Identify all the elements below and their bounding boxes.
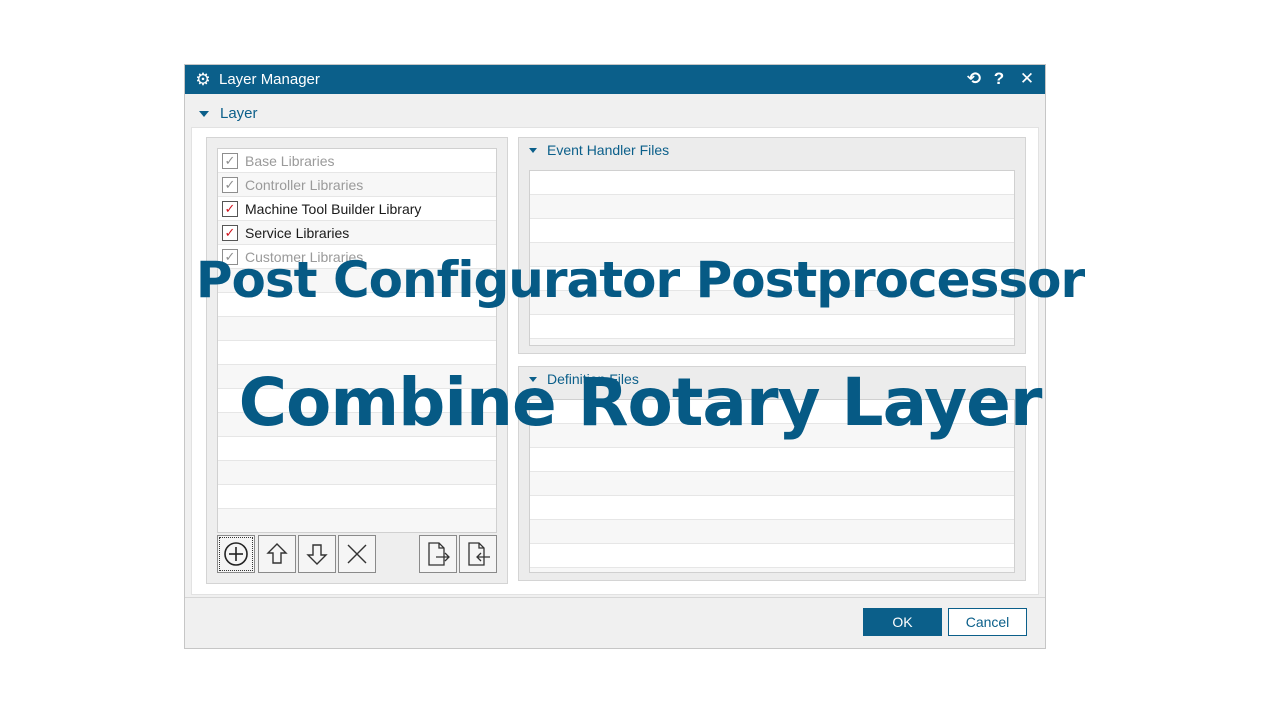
layer-row-base[interactable]: ✓ Base Libraries	[218, 149, 496, 173]
overlay-title-line-2: Combine Rotary Layer	[238, 364, 1043, 441]
list-item	[530, 171, 1014, 195]
help-icon[interactable]: ?	[988, 68, 1010, 90]
list-item	[530, 472, 1014, 496]
import-layer-button[interactable]	[459, 535, 497, 573]
gear-icon: ⚙	[195, 69, 211, 89]
layer-label: Machine Tool Builder Library	[245, 200, 422, 217]
ok-button[interactable]: OK	[863, 608, 942, 636]
cancel-button[interactable]: Cancel	[948, 608, 1027, 636]
collapse-triangle-icon	[199, 110, 209, 117]
list-item	[530, 448, 1014, 472]
list-item	[530, 195, 1014, 219]
layer-toolbar	[217, 535, 499, 575]
footer-divider	[185, 597, 1045, 598]
delete-icon	[347, 544, 367, 564]
layer-row-service[interactable]: ✓ Service Libraries	[218, 221, 496, 245]
event-handler-header[interactable]: Event Handler Files	[529, 142, 669, 158]
close-icon[interactable]: ✕	[1016, 68, 1038, 90]
layer-section-body: ✓ Base Libraries ✓ Controller Libraries …	[191, 127, 1039, 595]
list-item	[530, 315, 1014, 339]
checkbox[interactable]: ✓	[222, 224, 238, 241]
layer-row-machine-tool-builder[interactable]: ✓ Machine Tool Builder Library	[218, 197, 496, 221]
move-down-button[interactable]	[298, 535, 336, 573]
add-layer-button[interactable]	[217, 535, 255, 573]
add-icon	[224, 542, 248, 566]
event-handler-panel: Event Handler Files	[518, 137, 1026, 354]
layer-row-controller[interactable]: ✓ Controller Libraries	[218, 173, 496, 197]
collapse-triangle-icon	[529, 147, 537, 153]
event-handler-label: Event Handler Files	[547, 142, 670, 158]
empty-row	[218, 317, 496, 341]
layer-list-panel: ✓ Base Libraries ✓ Controller Libraries …	[206, 137, 508, 584]
layer-manager-dialog: ⚙ Layer Manager ⟲ ? ✕ Layer ✓ Base Libra…	[184, 64, 1046, 649]
list-item	[530, 496, 1014, 520]
empty-row	[218, 461, 496, 485]
list-item	[530, 339, 1014, 345]
list-item	[530, 520, 1014, 544]
move-down-icon	[306, 544, 328, 565]
layer-label: Controller Libraries	[245, 176, 364, 193]
layer-list[interactable]: ✓ Base Libraries ✓ Controller Libraries …	[217, 148, 497, 533]
layer-section-label: Layer	[220, 105, 258, 122]
list-item	[530, 544, 1014, 568]
overlay-title-line-1: Post Configurator Postprocessor	[195, 251, 1085, 309]
move-up-icon	[266, 543, 288, 564]
checkbox[interactable]: ✓	[222, 152, 238, 169]
empty-row	[218, 509, 496, 532]
empty-row	[218, 485, 496, 509]
layer-label: Base Libraries	[245, 152, 335, 169]
list-item	[530, 219, 1014, 243]
delete-layer-button[interactable]	[338, 535, 376, 573]
export-layer-button[interactable]	[419, 535, 457, 573]
move-up-button[interactable]	[258, 535, 296, 573]
checkbox[interactable]: ✓	[222, 200, 238, 217]
title-bar: ⚙ Layer Manager ⟲ ? ✕	[185, 65, 1045, 94]
checkbox[interactable]: ✓	[222, 176, 238, 193]
export-icon	[428, 542, 450, 566]
import-icon	[468, 542, 490, 566]
list-item	[530, 568, 1014, 572]
layer-label: Service Libraries	[245, 224, 350, 241]
dialog-title: Layer Manager	[219, 71, 320, 88]
empty-row	[218, 341, 496, 365]
reset-icon[interactable]: ⟲	[963, 68, 985, 90]
layer-section-header[interactable]: Layer	[199, 105, 258, 122]
